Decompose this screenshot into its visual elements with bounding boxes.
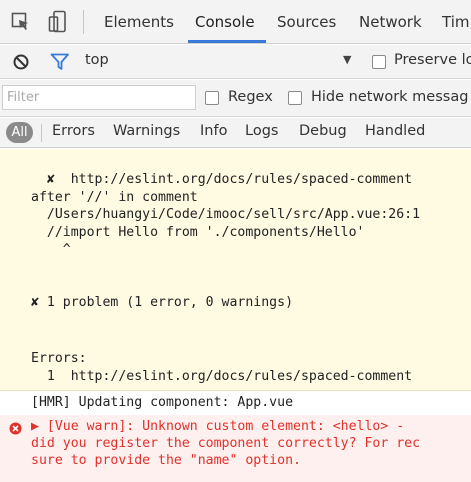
device-toolbar-icon[interactable] [48, 10, 68, 34]
filter-input[interactable]: Filter [2, 85, 196, 110]
tab-elements[interactable]: Elements [104, 13, 174, 31]
clear-console-icon[interactable] [12, 53, 30, 71]
tab-separator [83, 10, 84, 34]
console-line: //import Hello from './components/Hello' [31, 225, 365, 240]
chevron-down-icon[interactable]: ▼ [343, 53, 351, 66]
context-selector[interactable]: top [85, 52, 109, 68]
level-handled[interactable]: Handled [365, 123, 425, 139]
level-all-button[interactable]: All [6, 122, 33, 143]
error-line: ▶ [Vue warn]: Unknown custom element: <h… [31, 419, 405, 434]
vue-warn-error[interactable]: ▶ [Vue warn]: Unknown custom element: <h… [0, 415, 471, 482]
active-tab-indicator [188, 40, 266, 43]
level-info[interactable]: Info [200, 123, 227, 139]
inspect-element-icon[interactable] [11, 12, 31, 32]
console-line: ^ [31, 242, 71, 257]
level-separator [41, 124, 42, 142]
error-icon [9, 422, 22, 435]
console-line: Errors: [31, 351, 87, 366]
console-line: after '//' in comment [31, 190, 198, 205]
filter-bar: Filter Regex Hide network messag [0, 80, 471, 117]
hide-network-label: Hide network messag [311, 89, 469, 105]
error-line: sure to provide the "name" option. [31, 453, 301, 468]
level-warnings[interactable]: Warnings [113, 123, 180, 139]
tab-console[interactable]: Console [195, 13, 255, 31]
hmr-message: [HMR] Updating component: App.vue [0, 390, 471, 416]
console-line: ✘ 1 problem (1 error, 0 warnings) [31, 295, 294, 310]
hmr-text: [HMR] Updating component: App.vue [31, 395, 294, 410]
console-line: ✘ http://eslint.org/docs/rules/spaced-co… [31, 172, 413, 187]
devtools-tab-bar: Elements Console Sources Network Tim [0, 0, 471, 44]
regex-label: Regex [228, 89, 273, 105]
filter-placeholder: Filter [7, 90, 40, 105]
level-debug[interactable]: Debug [299, 123, 347, 139]
error-line: did you register the component correctly… [31, 436, 421, 451]
console-toolbar: top ▼ Preserve lo [0, 45, 471, 79]
console-line: 1 http://eslint.org/docs/rules/spaced-co… [31, 369, 413, 384]
hide-network-checkbox[interactable] [288, 91, 302, 105]
level-filter-bar: All Errors Warnings Info Logs Debug Hand… [0, 118, 471, 148]
console-output[interactable]: ✘ http://eslint.org/docs/rules/spaced-co… [0, 149, 471, 482]
tab-timeline[interactable]: Tim [442, 13, 469, 31]
tab-network[interactable]: Network [359, 13, 422, 31]
level-errors[interactable]: Errors [52, 123, 95, 139]
preserve-log-label: Preserve lo [394, 52, 471, 68]
filter-icon[interactable] [50, 53, 70, 71]
console-line: /Users/huangyi/Code/imooc/sell/src/App.v… [31, 207, 421, 222]
level-logs[interactable]: Logs [245, 123, 278, 139]
regex-checkbox[interactable] [205, 91, 219, 105]
preserve-log-checkbox[interactable] [372, 55, 386, 69]
tab-sources[interactable]: Sources [277, 13, 336, 31]
